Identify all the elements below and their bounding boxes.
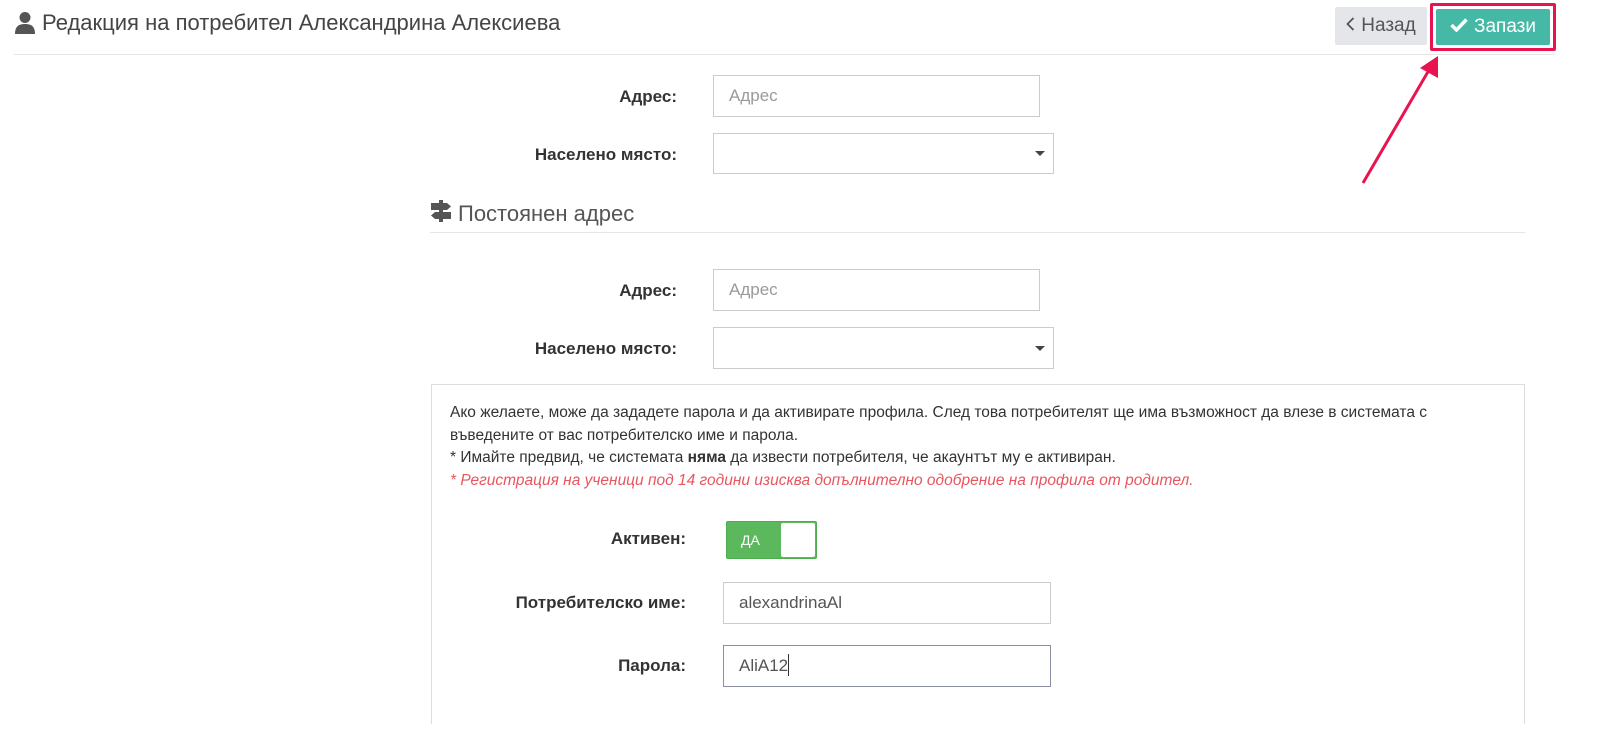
password-input[interactable] <box>723 645 1051 687</box>
permanent-city-label: Населено място: <box>534 339 677 358</box>
account-info-line: Ако желаете, може да зададете парола и д… <box>450 404 1428 444</box>
account-info-text: Ако желаете, може да зададете парола и д… <box>450 402 1510 492</box>
username-input[interactable] <box>723 582 1051 624</box>
signpost-icon <box>430 199 452 229</box>
username-label: Потребителско име: <box>515 593 686 612</box>
text-cursor <box>788 654 789 676</box>
permanent-address-input[interactable] <box>713 269 1040 311</box>
back-button-label: Назад <box>1361 15 1416 36</box>
permanent-city-select[interactable] <box>713 327 1054 369</box>
caret-down-icon <box>1035 151 1045 156</box>
address-input[interactable] <box>713 75 1040 117</box>
chevron-left-icon <box>1346 15 1355 37</box>
city-select[interactable] <box>713 133 1054 174</box>
account-warning-line: * Регистрация на ученици под 14 години и… <box>450 471 1194 489</box>
active-toggle-text: ДА <box>741 532 760 548</box>
page-title: Редакция на потребител Александрина Алек… <box>14 8 560 38</box>
header-divider <box>14 54 1555 55</box>
active-toggle[interactable]: ДА <box>726 521 817 559</box>
section-title-text: Постоянен адрес <box>458 201 635 226</box>
password-label: Парола: <box>618 656 686 675</box>
save-button-label: Запази <box>1473 16 1536 37</box>
permanent-address-label: Адрес: <box>619 281 677 300</box>
caret-down-icon <box>1035 346 1045 351</box>
account-notice-line: * Имайте предвид, че системата няма да и… <box>450 449 1116 466</box>
annotation-arrow <box>1361 56 1438 184</box>
city-label: Населено място: <box>534 145 677 164</box>
check-icon <box>1450 16 1468 38</box>
toggle-knob <box>781 523 815 557</box>
page-title-text: Редакция на потребител Александрина Алек… <box>42 10 561 35</box>
section-divider <box>430 232 1525 233</box>
address-label: Адрес: <box>619 87 677 106</box>
user-icon <box>14 11 36 35</box>
save-button[interactable]: Запази <box>1436 9 1550 45</box>
active-label: Активен: <box>610 529 686 548</box>
section-title-permanent-address: Постоянен адрес <box>430 200 634 228</box>
back-button[interactable]: Назад <box>1335 7 1427 45</box>
